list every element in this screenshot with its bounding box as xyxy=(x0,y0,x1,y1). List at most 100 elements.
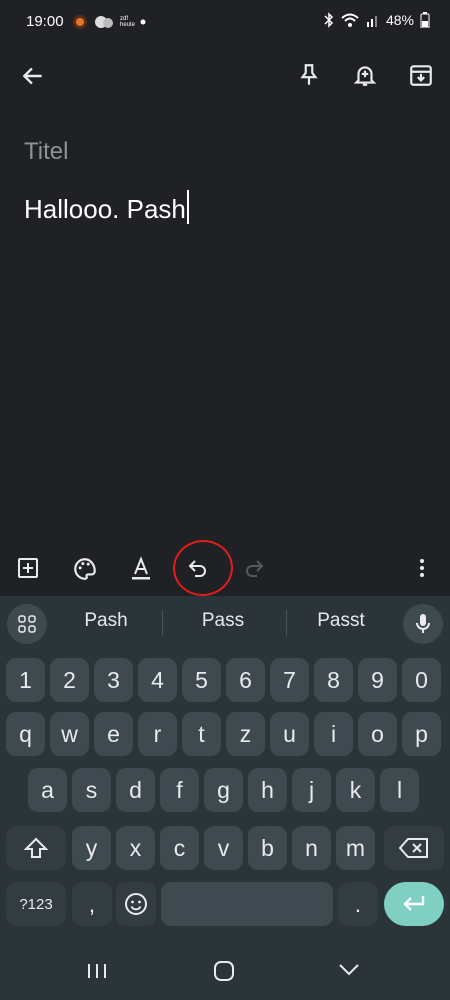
battery-icon xyxy=(420,12,430,28)
emoji-icon xyxy=(125,893,147,915)
back-nav-button[interactable] xyxy=(338,962,360,983)
microphone-icon xyxy=(416,614,430,633)
palette-icon xyxy=(74,558,96,580)
letter-key-k[interactable]: k xyxy=(336,768,375,812)
shift-icon xyxy=(23,837,49,858)
pin-icon xyxy=(300,64,318,85)
number-key-7[interactable]: 7 xyxy=(270,658,309,702)
keyboard-menu-button[interactable] xyxy=(7,604,47,644)
back-arrow-icon xyxy=(22,67,42,85)
number-key-0[interactable]: 0 xyxy=(402,658,441,702)
letter-key-y[interactable]: y xyxy=(72,826,111,870)
status-time: 19:00 xyxy=(26,13,64,30)
number-key-5[interactable]: 5 xyxy=(182,658,221,702)
enter-icon xyxy=(403,896,425,911)
letter-key-w[interactable]: w xyxy=(50,712,89,756)
wifi-icon xyxy=(341,13,359,27)
number-key-6[interactable]: 6 xyxy=(226,658,265,702)
suggestion-divider xyxy=(286,610,287,636)
dot-icon xyxy=(140,19,146,25)
suggestion-strip: Pash Pass Passt xyxy=(0,596,450,650)
letter-key-x[interactable]: x xyxy=(116,826,155,870)
add-box-icon xyxy=(18,558,38,578)
letter-key-o[interactable]: o xyxy=(358,712,397,756)
more-vert-icon xyxy=(420,559,424,577)
archive-button[interactable] xyxy=(408,62,434,88)
letter-key-u[interactable]: u xyxy=(270,712,309,756)
number-key-9[interactable]: 9 xyxy=(358,658,397,702)
enter-key[interactable] xyxy=(384,882,444,926)
status-right: 48% xyxy=(324,12,430,28)
home-button[interactable] xyxy=(213,960,235,987)
text-format-button[interactable] xyxy=(129,556,153,582)
home-icon xyxy=(214,961,234,981)
bell-plus-icon xyxy=(353,66,377,86)
reminder-button[interactable] xyxy=(352,62,378,88)
period-key[interactable]: . xyxy=(338,882,378,926)
note-title-field[interactable]: Titel xyxy=(24,138,68,166)
palette-button[interactable] xyxy=(72,556,98,582)
letter-key-h[interactable]: h xyxy=(248,768,287,812)
archive-icon xyxy=(410,65,432,86)
grid-icon xyxy=(18,615,36,633)
letter-key-f[interactable]: f xyxy=(160,768,199,812)
backspace-key[interactable] xyxy=(384,826,444,870)
number-key-3[interactable]: 3 xyxy=(94,658,133,702)
suggestion-divider xyxy=(162,610,163,636)
letter-key-j[interactable]: j xyxy=(292,768,331,812)
redo-button[interactable] xyxy=(242,556,266,580)
chevron-down-icon xyxy=(339,964,359,976)
redo-icon xyxy=(246,560,264,577)
signal-icon xyxy=(366,16,377,27)
more-options-button[interactable] xyxy=(410,556,434,580)
recents-icon xyxy=(88,964,106,978)
number-key-2[interactable]: 2 xyxy=(50,658,89,702)
fire-app-icon xyxy=(73,15,87,29)
text-cursor xyxy=(186,190,189,224)
text-format-icon xyxy=(132,556,150,580)
letter-key-l[interactable]: l xyxy=(380,768,419,812)
note-body-field[interactable]: Hallooo. Pash xyxy=(24,190,189,225)
letter-key-i[interactable]: i xyxy=(314,712,353,756)
recents-button[interactable] xyxy=(86,962,108,985)
letter-key-a[interactable]: a xyxy=(28,768,67,812)
voice-input-button[interactable] xyxy=(403,604,443,644)
letter-key-v[interactable]: v xyxy=(204,826,243,870)
letter-key-t[interactable]: t xyxy=(182,712,221,756)
pin-button[interactable] xyxy=(296,62,322,88)
number-key-1[interactable]: 1 xyxy=(6,658,45,702)
symbols-key[interactable]: ?123 xyxy=(6,882,66,926)
letter-key-b[interactable]: b xyxy=(248,826,287,870)
suggestion-2[interactable]: Pass xyxy=(168,610,278,632)
letter-key-e[interactable]: e xyxy=(94,712,133,756)
status-bar: 19:00 zdf heute 48% xyxy=(0,0,450,46)
notification-icons: zdf heute xyxy=(72,12,146,32)
letter-key-g[interactable]: g xyxy=(204,768,243,812)
letter-key-m[interactable]: m xyxy=(336,826,375,870)
letter-key-z[interactable]: z xyxy=(226,712,265,756)
suggestion-3[interactable]: Passt xyxy=(286,610,396,632)
number-key-4[interactable]: 4 xyxy=(138,658,177,702)
emoji-key[interactable] xyxy=(116,882,156,926)
comma-key[interactable]: , xyxy=(72,882,112,926)
letter-key-c[interactable]: c xyxy=(160,826,199,870)
add-box-button[interactable] xyxy=(16,556,40,580)
letter-key-d[interactable]: d xyxy=(116,768,155,812)
battery-percent: 48% xyxy=(385,12,414,28)
back-button[interactable] xyxy=(20,63,46,89)
suggestion-1[interactable]: Pash xyxy=(51,610,161,632)
number-key-8[interactable]: 8 xyxy=(314,658,353,702)
annotation-circle xyxy=(170,537,236,599)
letter-key-p[interactable]: p xyxy=(402,712,441,756)
messaging-icon xyxy=(95,16,113,28)
note-body-text: Hallooo. Pash xyxy=(24,194,186,224)
zdf-heute-icon: zdf heute xyxy=(120,16,136,28)
letter-key-n[interactable]: n xyxy=(292,826,331,870)
top-app-bar xyxy=(0,50,450,100)
bluetooth-icon xyxy=(324,12,334,28)
shift-key[interactable] xyxy=(6,826,66,870)
letter-key-s[interactable]: s xyxy=(72,768,111,812)
letter-key-r[interactable]: r xyxy=(138,712,177,756)
letter-key-q[interactable]: q xyxy=(6,712,45,756)
space-key[interactable] xyxy=(161,882,333,926)
